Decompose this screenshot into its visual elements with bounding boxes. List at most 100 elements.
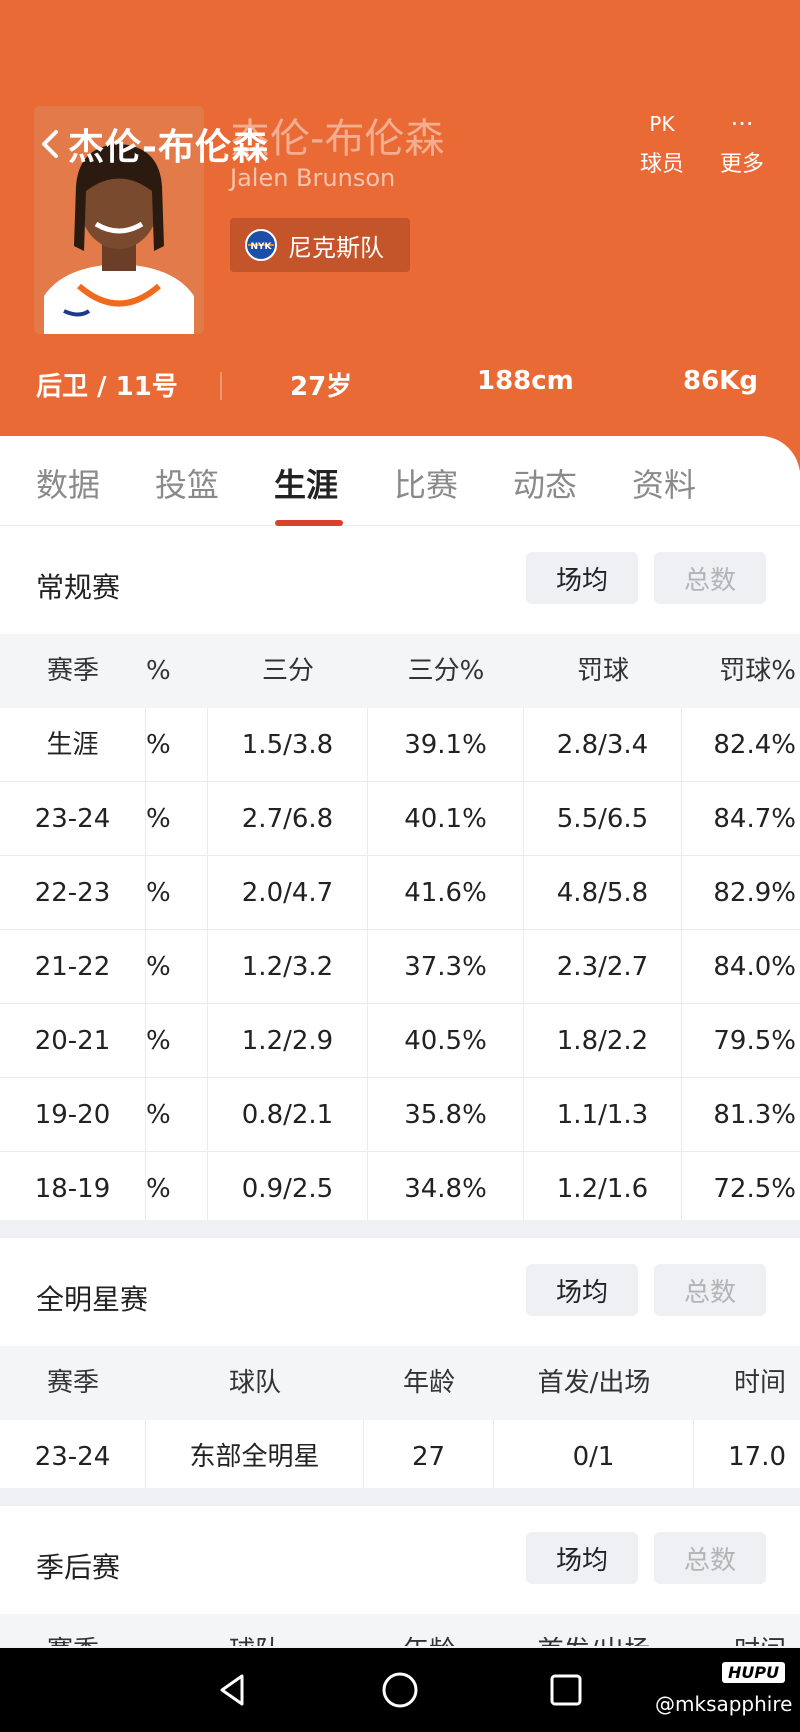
playoffs-header-row: 赛季 球队 年龄 首发/出场 时间 (0, 1614, 800, 1646)
system-nav-bar (0, 1648, 800, 1732)
player-english-name: Jalen Brunson (230, 164, 396, 192)
tab-news[interactable]: 动态 (513, 460, 577, 506)
as-col-age: 年龄 (402, 1368, 455, 1398)
nav-home-icon[interactable] (380, 1670, 420, 1710)
table-row[interactable]: 21-22% 1.2/3.2 37.3% 2.3/2.7 84.0% (0, 930, 800, 1004)
cell-ft: 1.8/2.2 (524, 1004, 682, 1078)
po-col-starts: 首发/出场 (494, 1614, 694, 1646)
totals-toggle[interactable]: 总数 (654, 552, 766, 604)
playoffs-per-game-toggle[interactable]: 场均 (526, 1532, 638, 1584)
table-header-row: 赛季 % 三分 三分% 罚球 罚球% (0, 634, 800, 708)
table-row[interactable]: 18-19% 0.9/2.5 34.8% 1.2/1.6 72.5% (0, 1152, 800, 1226)
cell-ft-pct: 72.5% (713, 1174, 796, 1204)
cell-pct: % (146, 782, 208, 856)
allstar-header-row: 赛季 球队 年龄 首发/出场 时间 (0, 1346, 800, 1420)
pk-icon: PK (649, 112, 675, 136)
player-name-large: 杰伦-布伦森 (230, 116, 445, 162)
regular-season-title: 常规赛 (36, 571, 121, 604)
team-logo-text: NYK (250, 242, 272, 252)
hupu-logo: HUPU (722, 1662, 786, 1683)
cell-ft-pct: 84.7% (713, 804, 796, 834)
section-gap (0, 1488, 800, 1506)
cell-ft-pct: 82.4% (713, 730, 796, 760)
chevron-left-icon (42, 130, 58, 158)
pk-label: 球员 (640, 152, 685, 177)
more-button[interactable]: ··· 更多 (720, 106, 764, 178)
player-info-row: 后卫 / 11号 27岁 188cm 86Kg (0, 366, 800, 406)
cell-ft-pct: 79.5% (713, 1026, 796, 1056)
cell-3pt: 1.5/3.8 (208, 708, 368, 782)
po-col-minutes: 时间 (694, 1614, 800, 1646)
tab-games[interactable]: 比赛 (394, 460, 458, 506)
table-row[interactable]: 20-21% 1.2/2.9 40.5% 1.8/2.2 79.5% (0, 1004, 800, 1078)
tab-profile[interactable]: 资料 (632, 460, 696, 506)
allstar-section: 全明星赛 场均 总数 赛季 球队 年龄 首发/出场 时间 23-24 东部全明星… (0, 1238, 800, 1494)
more-label: 更多 (720, 152, 765, 177)
col-ft-pct: 罚球% (719, 656, 796, 686)
cell-3pt-pct: 34.8% (368, 1152, 524, 1226)
as-col-starts: 首发/出场 (537, 1368, 651, 1398)
watermark: @mksapphire (655, 1692, 793, 1716)
team-badge[interactable]: NYK 尼克斯队 (230, 218, 410, 272)
nav-recents-icon[interactable] (546, 1670, 586, 1710)
player-height: 188cm (477, 366, 574, 396)
cell-season: 22-23 (0, 856, 146, 930)
player-age: 27岁 (290, 372, 353, 402)
team-name: 尼克斯队 (288, 233, 384, 262)
tab-data[interactable]: 数据 (36, 460, 100, 506)
as-cell-starts: 0/1 (494, 1420, 694, 1494)
cell-ft-pct: 81.3% (713, 1100, 796, 1130)
cell-pct: % (146, 1078, 208, 1152)
table-row[interactable]: 23-24 东部全明星 27 0/1 17.0 (0, 1420, 800, 1494)
cell-ft: 5.5/6.5 (524, 782, 682, 856)
col-season: 赛季 (46, 656, 99, 686)
allstar-per-game-toggle[interactable]: 场均 (526, 1264, 638, 1316)
tab-career[interactable]: 生涯 (274, 460, 338, 506)
cell-3pt-pct: 40.5% (368, 1004, 524, 1078)
as-cell-minutes: 17.0 (728, 1442, 786, 1472)
cell-pct: % (146, 1152, 208, 1226)
cell-season: 20-21 (0, 1004, 146, 1078)
cell-pct: % (146, 708, 208, 782)
col-3pt-pct: 三分% (407, 656, 485, 686)
cell-season: 18-19 (0, 1152, 146, 1226)
as-col-minutes: 时间 (733, 1368, 786, 1398)
cell-ft: 1.1/1.3 (524, 1078, 682, 1152)
cell-season: 19-20 (0, 1078, 146, 1152)
cell-ft-pct: 84.0% (713, 952, 796, 982)
cell-pct: % (146, 1004, 208, 1078)
table-row[interactable]: 19-20% 0.8/2.1 35.8% 1.1/1.3 81.3% (0, 1078, 800, 1152)
tab-shooting[interactable]: 投篮 (155, 460, 219, 506)
player-weight: 86Kg (683, 366, 758, 396)
table-row[interactable]: 22-23% 2.0/4.7 41.6% 4.8/5.8 82.9% (0, 856, 800, 930)
player-header: 杰伦-布伦森 杰伦-布伦森 Jalen Brunson NYK 尼克斯队 PK … (0, 0, 800, 470)
cell-ft: 4.8/5.8 (524, 856, 682, 930)
table-row[interactable]: 生涯% 1.5/3.8 39.1% 2.8/3.4 82.4% (0, 708, 800, 782)
table-row[interactable]: 23-24% 2.7/6.8 40.1% 5.5/6.5 84.7% (0, 782, 800, 856)
cell-3pt: 2.0/4.7 (208, 856, 368, 930)
content-panel: 数据 投篮 生涯 比赛 动态 资料 常规赛 场均 总数 赛季 % 三分 三分% … (0, 436, 800, 1646)
cell-ft: 2.3/2.7 (524, 930, 682, 1004)
cell-3pt: 0.8/2.1 (208, 1078, 368, 1152)
nav-back-icon[interactable] (212, 1670, 252, 1710)
more-icon: ··· (730, 110, 754, 138)
col-3pt: 三分 (261, 656, 314, 686)
team-logo-icon: NYK (245, 229, 277, 261)
as-cell-team: 东部全明星 (146, 1420, 364, 1494)
cell-3pt: 2.7/6.8 (208, 782, 368, 856)
allstar-totals-toggle[interactable]: 总数 (654, 1264, 766, 1316)
cell-ft: 2.8/3.4 (524, 708, 682, 782)
per-game-toggle[interactable]: 场均 (526, 552, 638, 604)
cell-3pt-pct: 37.3% (368, 930, 524, 1004)
cell-pct: % (146, 856, 208, 930)
info-divider (220, 372, 222, 400)
allstar-title: 全明星赛 (36, 1283, 149, 1316)
col-pct: % (146, 656, 171, 686)
playoffs-section: 季后赛 场均 总数 赛季 球队 年龄 首发/出场 时间 (0, 1506, 800, 1646)
playoffs-totals-toggle[interactable]: 总数 (654, 1532, 766, 1584)
cell-season: 23-24 (0, 782, 146, 856)
cell-3pt-pct: 40.1% (368, 782, 524, 856)
po-col-team: 球队 (146, 1614, 364, 1646)
cell-3pt-pct: 39.1% (368, 708, 524, 782)
pk-player-button[interactable]: PK 球员 (640, 106, 684, 178)
